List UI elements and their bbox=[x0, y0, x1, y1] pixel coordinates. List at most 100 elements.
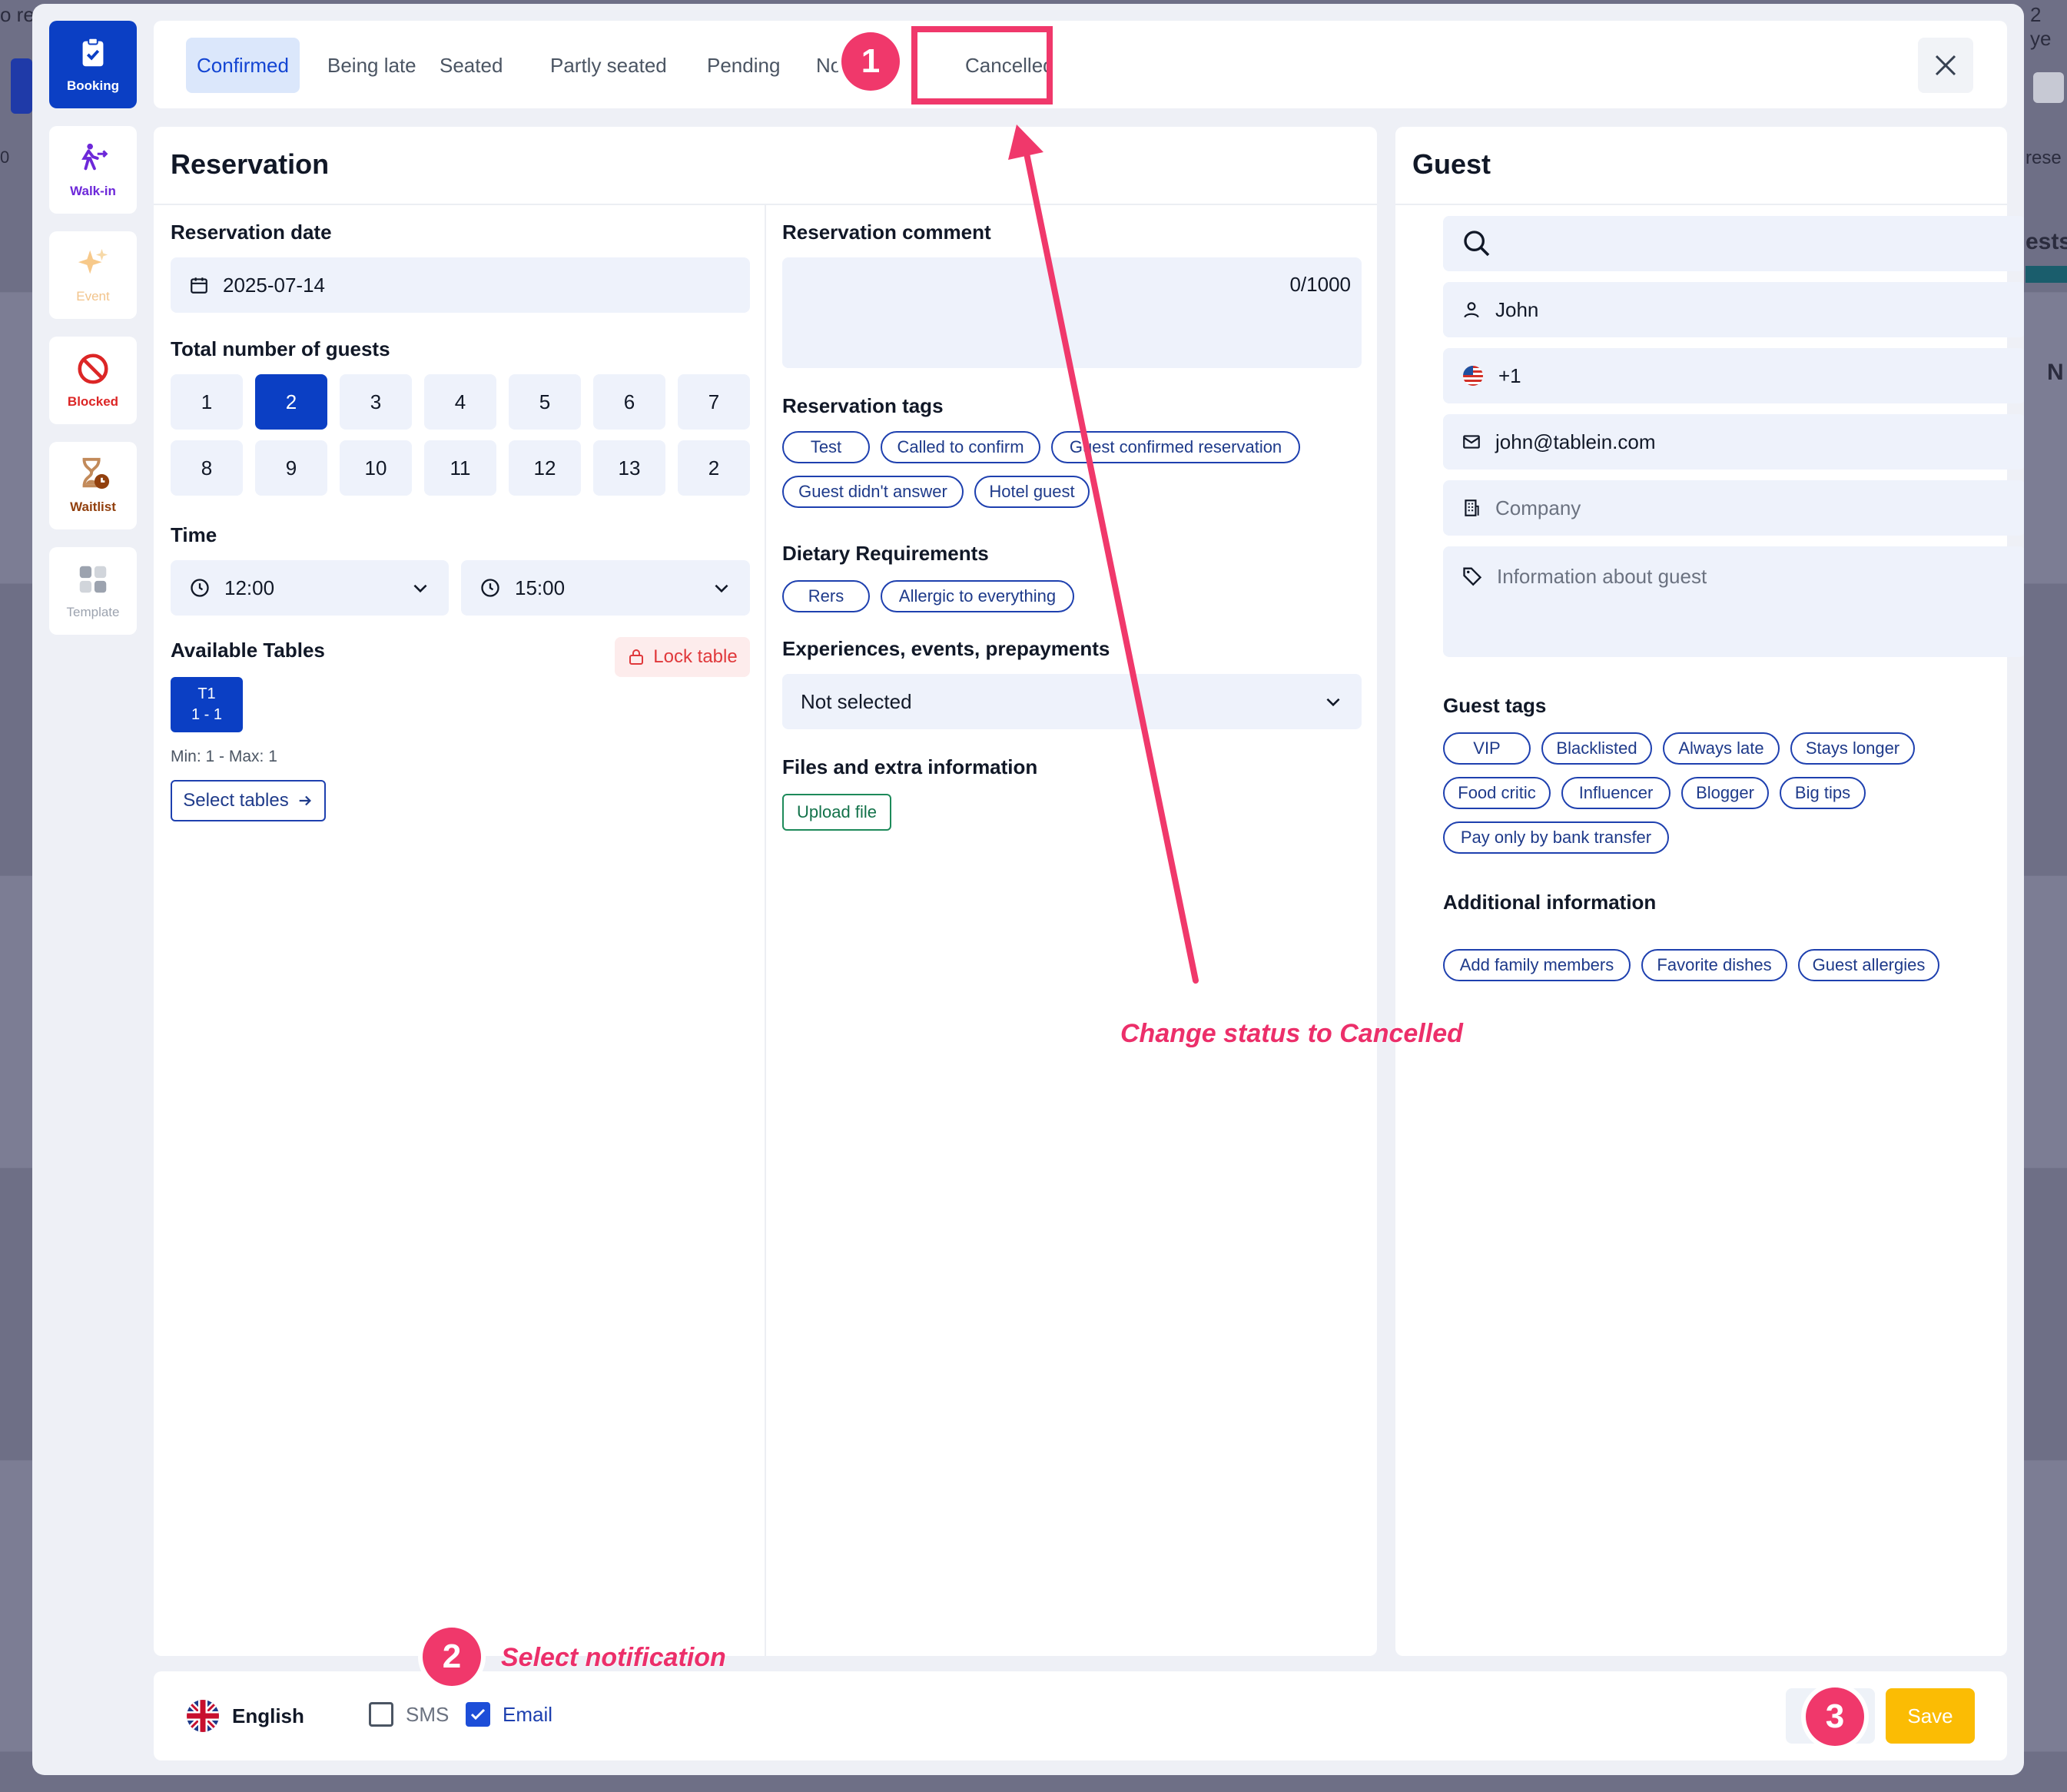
walking-person-icon bbox=[81, 143, 108, 171]
annotation-text-change-status: Change status to Cancelled bbox=[1120, 1019, 1463, 1048]
end-time-select[interactable]: 15:00 bbox=[461, 560, 750, 616]
table-capacity: 1 - 1 bbox=[191, 706, 223, 723]
reservation-tag[interactable]: Hotel guest bbox=[974, 476, 1090, 508]
tab-being-late[interactable]: Being late bbox=[317, 38, 427, 93]
tab-pending[interactable]: Pending bbox=[696, 38, 791, 93]
date-field[interactable]: 2025-07-14 bbox=[171, 257, 750, 313]
guest-count-button[interactable]: 13 bbox=[593, 440, 665, 496]
guest-count-button[interactable]: 6 bbox=[593, 374, 665, 430]
guest-count-button[interactable]: 3 bbox=[340, 374, 412, 430]
select-tables-label: Select tables bbox=[183, 790, 289, 811]
email-checkbox-box bbox=[466, 1702, 490, 1727]
additional-info-tag[interactable]: Favorite dishes bbox=[1641, 949, 1787, 981]
files-label: Files and extra information bbox=[782, 755, 1038, 778]
reservation-tag[interactable]: Guest confirmed reservation bbox=[1051, 431, 1300, 463]
guest-count-button[interactable]: 12 bbox=[509, 440, 581, 496]
sidebar-item-blocked[interactable]: Blocked bbox=[49, 337, 137, 424]
dietary-tag[interactable]: Rers bbox=[782, 580, 870, 612]
tab-seated[interactable]: Seated bbox=[429, 38, 513, 93]
guest-tag[interactable]: Blacklisted bbox=[1541, 732, 1652, 765]
block-icon bbox=[78, 353, 108, 384]
close-button[interactable] bbox=[1918, 38, 1973, 93]
reservation-tag[interactable]: Called to confirm bbox=[881, 431, 1040, 463]
sidebar-item-event[interactable]: Event bbox=[49, 231, 137, 319]
guest-tag[interactable]: Pay only by bank transfer bbox=[1443, 821, 1669, 854]
comment-textarea[interactable]: 0/1000 bbox=[782, 257, 1362, 368]
save-button[interactable]: Save bbox=[1886, 1688, 1975, 1744]
type-sidebar: Booking Walk-in Event Blocked Waitlist T… bbox=[49, 21, 137, 652]
experiences-value: Not selected bbox=[801, 689, 912, 713]
comment-label: Reservation comment bbox=[782, 221, 991, 244]
guest-phone-field[interactable]: +1 bbox=[1443, 348, 2024, 403]
guest-count-button[interactable]: 9 bbox=[255, 440, 327, 496]
start-time-select[interactable]: 12:00 bbox=[171, 560, 449, 616]
lock-table-button[interactable]: Lock table bbox=[615, 637, 750, 677]
bg-bar bbox=[2026, 266, 2067, 283]
sidebar-item-booking[interactable]: Booking bbox=[49, 21, 137, 108]
guest-name-field[interactable]: John bbox=[1443, 282, 2024, 337]
guest-search-input[interactable] bbox=[1443, 216, 2024, 271]
uk-flag-icon bbox=[187, 1700, 219, 1732]
language-selector[interactable]: English bbox=[186, 1699, 304, 1733]
guest-email-field[interactable]: john@tablein.com bbox=[1443, 414, 2024, 470]
reservation-tag[interactable]: Guest didn't answer bbox=[782, 476, 964, 508]
check-icon bbox=[470, 1708, 486, 1721]
upload-file-button[interactable]: Upload file bbox=[782, 794, 891, 831]
guest-info-textarea[interactable]: Information about guest bbox=[1443, 546, 2024, 657]
comment-counter: 0/1000 bbox=[1289, 273, 1351, 296]
guest-count-button[interactable]: 8 bbox=[171, 440, 243, 496]
email-checkbox[interactable]: Email bbox=[466, 1702, 552, 1727]
tab-confirmed[interactable]: Confirmed bbox=[186, 38, 300, 93]
annotation-step-2: 2 bbox=[423, 1628, 481, 1686]
mail-icon bbox=[1463, 435, 1480, 449]
table-chip-t1[interactable]: T1 1 - 1 bbox=[171, 677, 243, 732]
reservation-tags-label: Reservation tags bbox=[782, 394, 944, 417]
guest-tag[interactable]: Blogger bbox=[1681, 777, 1769, 809]
sidebar-item-template[interactable]: Template bbox=[49, 547, 137, 635]
sidebar-item-walk-in[interactable]: Walk-in bbox=[49, 126, 137, 214]
reservation-tag[interactable]: Test bbox=[782, 431, 870, 463]
guest-tag[interactable]: VIP bbox=[1443, 732, 1531, 765]
guest-count-button[interactable]: 11 bbox=[424, 440, 496, 496]
clock-icon bbox=[191, 579, 209, 597]
sms-checkbox[interactable]: SMS bbox=[369, 1702, 449, 1727]
dietary-tag[interactable]: Allergic to everything bbox=[881, 580, 1074, 612]
sidebar-label: Walk-in bbox=[70, 184, 116, 198]
guest-count-button[interactable]: 5 bbox=[509, 374, 581, 430]
bg-text: ests bbox=[2026, 229, 2067, 254]
tag-icon bbox=[1463, 567, 1482, 586]
guest-count-button[interactable]: 10 bbox=[340, 440, 412, 496]
annotation-step-1: 1 bbox=[841, 32, 900, 91]
guest-count-button[interactable]: 2 bbox=[678, 440, 750, 496]
guest-count-button[interactable]: 4 bbox=[424, 374, 496, 430]
guest-tag[interactable]: Always late bbox=[1663, 732, 1780, 765]
tables-label: Available Tables bbox=[171, 639, 325, 662]
end-time-value: 15:00 bbox=[515, 576, 566, 599]
tab-partly-seated[interactable]: Partly seated bbox=[539, 38, 678, 93]
sidebar-item-waitlist[interactable]: Waitlist bbox=[49, 442, 137, 529]
guest-count-button[interactable]: 2 bbox=[255, 374, 327, 430]
guest-tag[interactable]: Big tips bbox=[1780, 777, 1866, 809]
additional-info-tag[interactable]: Add family members bbox=[1443, 949, 1631, 981]
guest-count-button[interactable]: 7 bbox=[678, 374, 750, 430]
person-icon bbox=[1464, 302, 1479, 318]
bg-text: 0 bbox=[0, 148, 10, 167]
close-icon bbox=[1935, 55, 1956, 76]
status-tab-bar: Confirmed Being late Seated Partly seate… bbox=[154, 21, 2007, 108]
modal-footer: English SMS Email Save bbox=[154, 1671, 2007, 1760]
us-flag-icon bbox=[1463, 366, 1483, 386]
guest-tags-label: Guest tags bbox=[1443, 694, 1547, 717]
select-tables-button[interactable]: Select tables bbox=[171, 780, 326, 821]
experiences-select[interactable]: Not selected bbox=[782, 674, 1362, 729]
additional-info-tag[interactable]: Guest allergies bbox=[1798, 949, 1939, 981]
guest-tag[interactable]: Food critic bbox=[1443, 777, 1551, 809]
guest-tag[interactable]: Stays longer bbox=[1790, 732, 1915, 765]
guest-tag[interactable]: Influencer bbox=[1561, 777, 1671, 809]
tab-cancelled[interactable]: Cancelled bbox=[954, 38, 1065, 93]
guest-name-value: John bbox=[1495, 297, 1539, 321]
guest-company-field[interactable]: Company bbox=[1443, 480, 2024, 536]
annotation-text-select-notification: Select notification bbox=[501, 1643, 726, 1672]
guest-count-button[interactable]: 1 bbox=[171, 374, 243, 430]
clipboard-check-icon bbox=[82, 37, 104, 67]
date-label: Reservation date bbox=[171, 221, 332, 244]
